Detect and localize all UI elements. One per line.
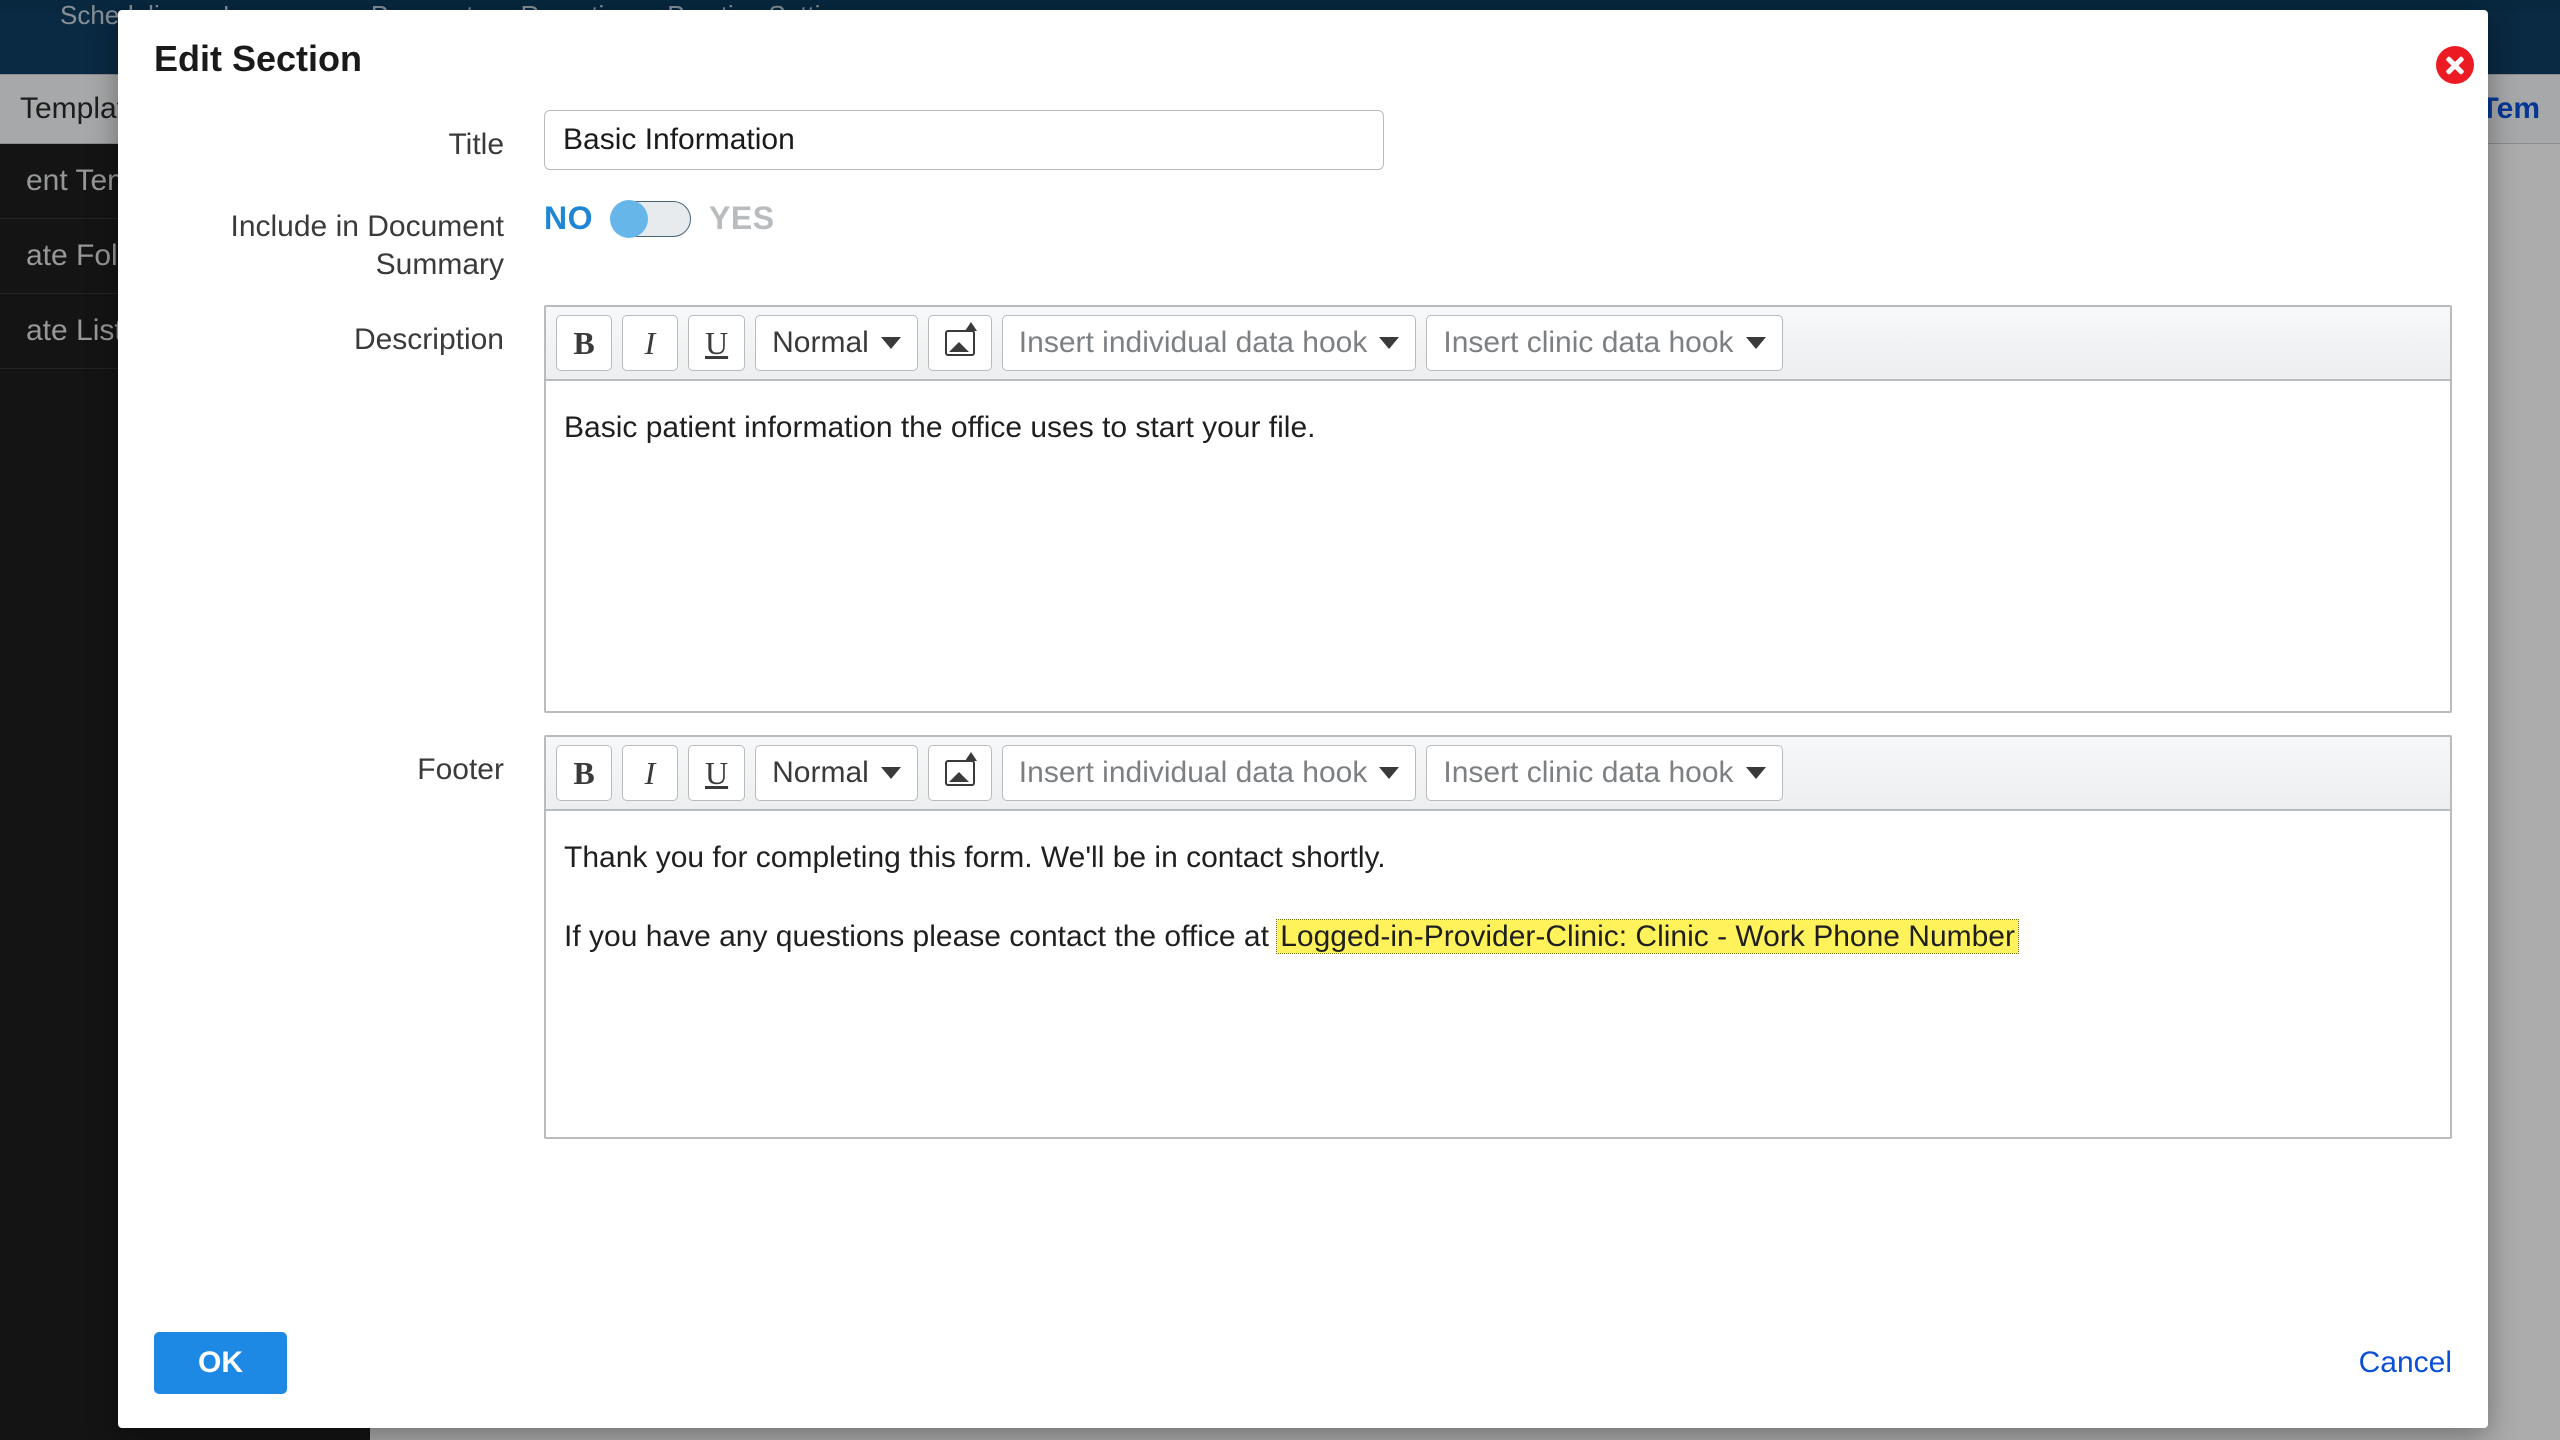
edit-section-modal: Edit Section Title Include in Document S…	[118, 10, 2488, 1428]
ok-button[interactable]: OK	[154, 1332, 287, 1394]
underline-button[interactable]: U	[688, 315, 745, 371]
chevron-down-icon	[881, 767, 901, 779]
footer-toolbar: B I U Normal Insert individual data hook	[546, 737, 2450, 811]
individual-hook-label: Insert individual data hook	[1019, 326, 1368, 360]
include-summary-toggle[interactable]	[611, 201, 691, 237]
chevron-down-icon	[1379, 337, 1399, 349]
insert-individual-hook-select[interactable]: Insert individual data hook	[1002, 315, 1417, 371]
modal-title: Edit Section	[154, 38, 2452, 80]
insert-individual-hook-select[interactable]: Insert individual data hook	[1002, 745, 1417, 801]
modal-actions: OK Cancel	[154, 1332, 2452, 1394]
insert-image-button[interactable]	[928, 745, 992, 801]
chevron-down-icon	[1746, 767, 1766, 779]
footer-editor: B I U Normal Insert individual data hook	[544, 735, 2452, 1139]
bold-button[interactable]: B	[556, 745, 612, 801]
title-input[interactable]	[544, 110, 1384, 170]
insert-image-button[interactable]	[928, 315, 992, 371]
individual-hook-label: Insert individual data hook	[1019, 756, 1368, 790]
clinic-phone-hook-chip[interactable]: Logged-in-Provider-Clinic: Clinic - Work…	[1277, 920, 2018, 953]
insert-clinic-hook-select[interactable]: Insert clinic data hook	[1426, 745, 1782, 801]
image-icon	[945, 760, 975, 786]
paragraph-style-select[interactable]: Normal	[755, 745, 918, 801]
paragraph-style-label: Normal	[772, 756, 869, 790]
cancel-button[interactable]: Cancel	[2359, 1346, 2452, 1380]
label-description: Description	[154, 305, 504, 359]
clinic-hook-label: Insert clinic data hook	[1443, 326, 1733, 360]
paragraph-style-label: Normal	[772, 326, 869, 360]
toggle-no-label: NO	[544, 200, 593, 237]
label-include-summary: Include in Document Summary	[154, 192, 504, 283]
toggle-knob	[610, 200, 648, 238]
chevron-down-icon	[1746, 337, 1766, 349]
image-icon	[945, 330, 975, 356]
paragraph-style-select[interactable]: Normal	[755, 315, 918, 371]
chevron-down-icon	[1379, 767, 1399, 779]
chevron-down-icon	[881, 337, 901, 349]
toggle-yes-label: YES	[709, 200, 775, 237]
bold-button[interactable]: B	[556, 315, 612, 371]
label-footer: Footer	[154, 735, 504, 789]
italic-button[interactable]: I	[622, 315, 678, 371]
label-title: Title	[154, 110, 504, 164]
description-textarea[interactable]: Basic patient information the office use…	[546, 381, 2450, 711]
description-editor: B I U Normal Insert individual data hook	[544, 305, 2452, 713]
insert-clinic-hook-select[interactable]: Insert clinic data hook	[1426, 315, 1782, 371]
close-icon[interactable]	[2436, 46, 2474, 84]
underline-button[interactable]: U	[688, 745, 745, 801]
italic-button[interactable]: I	[622, 745, 678, 801]
footer-textarea[interactable]: Thank you for completing this form. We'l…	[546, 811, 2450, 1137]
description-toolbar: B I U Normal Insert individual data hook	[546, 307, 2450, 381]
clinic-hook-label: Insert clinic data hook	[1443, 756, 1733, 790]
